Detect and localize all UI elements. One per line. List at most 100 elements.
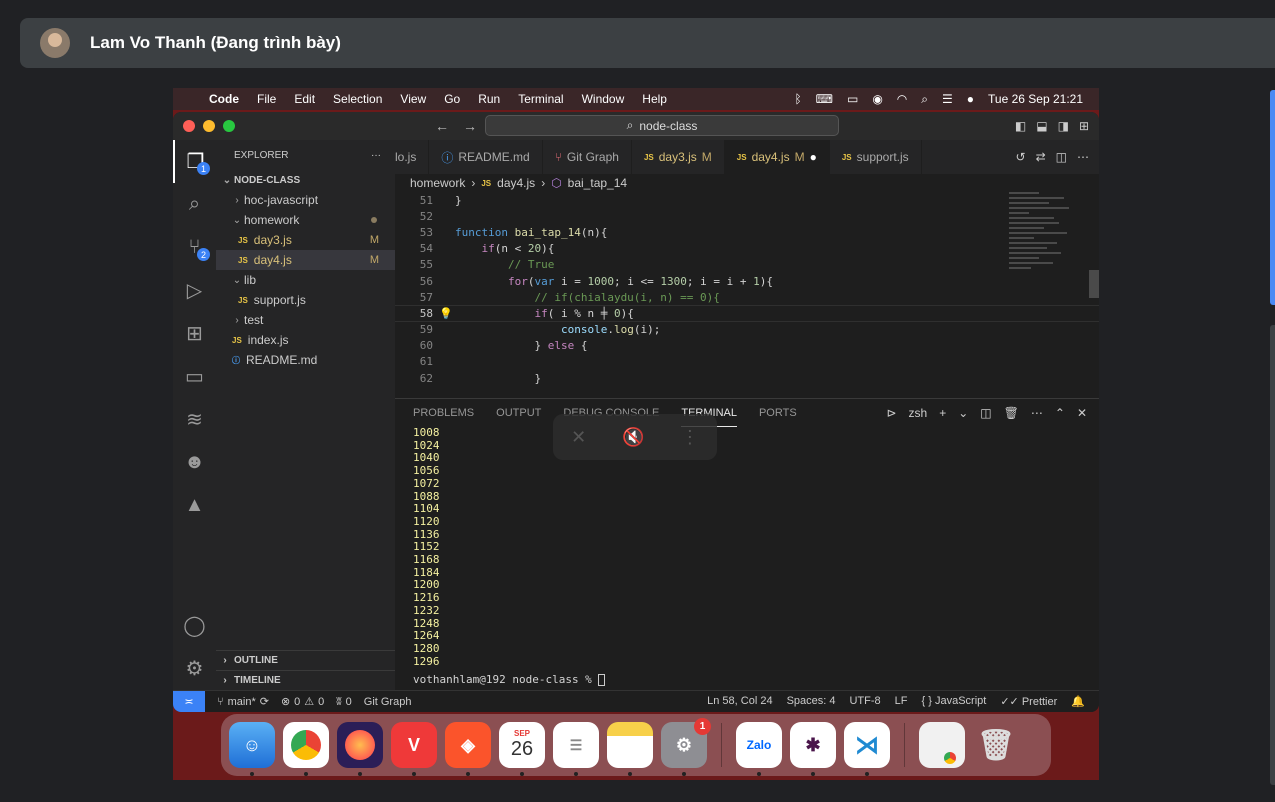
tab-readme[interactable]: ⓘ README.md [429,140,543,174]
terminal-prompt[interactable]: vothanhlam@192 node-class % [413,673,606,686]
code-line[interactable]: 62 } [395,370,1099,386]
cursor-position[interactable]: Ln 58, Col 24 [707,695,772,708]
split-editor-icon[interactable]: ◫ [1056,150,1067,164]
finder-icon[interactable]: ☺ [229,722,275,776]
tree-icon[interactable]: ▲ [173,484,216,527]
code-line[interactable]: 58 💡 if( i % n ╪ 0){ [395,305,1099,322]
menu-go[interactable]: Go [444,92,460,106]
bluetooth-icon[interactable]: ᛒ [794,92,801,106]
more-options-icon[interactable]: ⋮ [681,427,699,448]
mute-icon[interactable]: 🔇 [622,427,644,448]
minimap[interactable] [1009,192,1089,342]
extensions-icon[interactable]: ⊞ [173,312,216,355]
tree-item-hoc-javascript[interactable]: › hoc-javascript [216,190,395,210]
code-line[interactable]: 56 for(var i = 1000; i <= 1300; i = i + … [395,273,1099,289]
tab-support[interactable]: JS support.js [830,140,922,174]
trash-icon[interactable]: 🗑 [973,722,1019,768]
zoom-window-button[interactable] [223,120,235,132]
git-branch[interactable]: ⑂ main* ⟳ [217,695,269,709]
calendar-icon[interactable]: SEP 26 [499,722,545,776]
toggle-sidebar-icon[interactable]: ◧ [1015,119,1026,133]
siri-icon[interactable]: ● [967,92,974,106]
slack-icon[interactable]: ✱ [790,722,836,776]
tree-item-test[interactable]: › test [216,310,395,330]
forward-arrow-icon[interactable]: → [463,118,477,134]
ports-status[interactable]: ʬ 0 [336,696,351,708]
menu-window[interactable]: Window [582,92,625,106]
tree-item-support[interactable]: JS support.js [216,290,395,310]
breadcrumb-symbol[interactable]: bai_tap_14 [568,176,627,190]
remote-explorer-icon[interactable]: ▭ [173,355,216,398]
end-of-line[interactable]: LF [895,695,908,708]
tree-item-readme[interactable]: ⓘ README.md [216,350,395,370]
editor-scrollbar[interactable] [1089,270,1099,298]
problems-status[interactable]: ⊗ 0 ⚠ 0 [281,695,324,709]
code-line[interactable]: 60 } else { [395,338,1099,354]
more-actions-icon[interactable]: ⋯ [1031,406,1043,420]
code-line[interactable]: 55 // True [395,257,1099,273]
language-mode[interactable]: { } JavaScript [922,695,987,708]
menu-view[interactable]: View [400,92,426,106]
code-line[interactable]: 59 console.log(i); [395,322,1099,338]
toggle-secondary-sidebar-icon[interactable]: ◨ [1058,119,1069,133]
code-line[interactable]: 57 // if(chialaydu(i, n) == 0){ [395,289,1099,305]
code-editor[interactable]: 51} 52 53 function bai_tap_14(n){54 if(n < … [395,192,1099,396]
menu-terminal[interactable]: Terminal [518,92,563,106]
customize-layout-icon[interactable]: ⊞ [1079,119,1089,133]
compare-icon[interactable]: ⇄ [1036,150,1046,164]
source-control-icon[interactable]: ⑂ 2 [173,226,216,269]
menu-help[interactable]: Help [642,92,667,106]
prettier-status[interactable]: ✓✓ Prettier [1000,695,1057,708]
search-icon[interactable]: ⌕ [921,92,928,107]
wifi-icon[interactable]: ◠ [897,92,907,106]
tree-item-homework[interactable]: ⌄ homework [216,210,395,230]
more-actions-icon[interactable]: ⋯ [1077,150,1089,164]
tree-item-lib[interactable]: ⌄ lib [216,270,395,290]
trash-icon[interactable]: 🗑 [1004,406,1019,420]
more-actions-icon[interactable]: ··· [371,150,381,161]
breadcrumb-file[interactable]: day4.js [497,176,535,190]
menu-run[interactable]: Run [478,92,500,106]
code-line[interactable]: 61 [395,354,1099,370]
account-icon[interactable]: ◯ [173,604,216,647]
brave-icon[interactable]: ◈ [445,722,491,776]
add-terminal-icon[interactable]: + [939,406,946,420]
keyboard-icon[interactable]: ⌨ [816,92,833,106]
gear-icon[interactable]: ⚙ [173,647,216,690]
code-line[interactable]: 53 function bai_tap_14(n){ [395,224,1099,240]
outline-section[interactable]: › OUTLINE [216,650,395,670]
menubar-clock[interactable]: Tue 26 Sep 21:21 [988,92,1083,106]
chrome-window-thumbnail[interactable] [919,722,965,768]
remote-icon[interactable]: ≍ [173,690,205,712]
tab-day3[interactable]: JS day3.js M [632,140,725,174]
command-center[interactable]: ⌕ node-class [485,115,839,136]
close-icon[interactable]: ✕ [1077,406,1087,420]
toggle-panel-icon[interactable]: ⬓ [1036,119,1047,133]
maximize-panel-icon[interactable]: ⌃ [1055,406,1065,420]
history-icon[interactable]: ↺ [1016,150,1026,164]
tab-ports[interactable]: PORTS [759,399,797,427]
tab-git-graph[interactable]: ⑂ Git Graph [543,140,632,174]
minimize-window-button[interactable] [203,120,215,132]
tab-lo-js[interactable]: lo.js [395,140,430,174]
control-center-icon[interactable]: ☰ [942,92,953,106]
notes-icon[interactable] [607,722,653,776]
lightbulb-icon[interactable]: 💡 [439,307,453,320]
tree-item-index[interactable]: JS index.js [216,330,395,350]
code-line[interactable]: 54 if(n < 20){ [395,241,1099,257]
menu-file[interactable]: File [257,92,276,106]
explorer-icon[interactable]: ❐ 1 [173,140,216,183]
shell-name[interactable]: zsh [909,406,928,420]
vscode-icon[interactable]: ⋊ [844,722,890,776]
tab-problems[interactable]: PROBLEMS [413,399,474,427]
vivaldi-icon[interactable]: V [391,722,437,776]
tree-item-day3[interactable]: JS day3.js M [216,230,395,250]
bell-icon[interactable]: 🔔 [1071,695,1085,708]
menu-selection[interactable]: Selection [333,92,382,106]
system-settings-icon[interactable]: ⚙ 1 [661,718,711,776]
menu-edit[interactable]: Edit [294,92,315,106]
code-line[interactable]: 52 [395,208,1099,224]
run-debug-icon[interactable]: ▷ [173,269,216,312]
search-icon[interactable]: ⌕ [173,183,216,226]
indentation[interactable]: Spaces: 4 [787,695,836,708]
